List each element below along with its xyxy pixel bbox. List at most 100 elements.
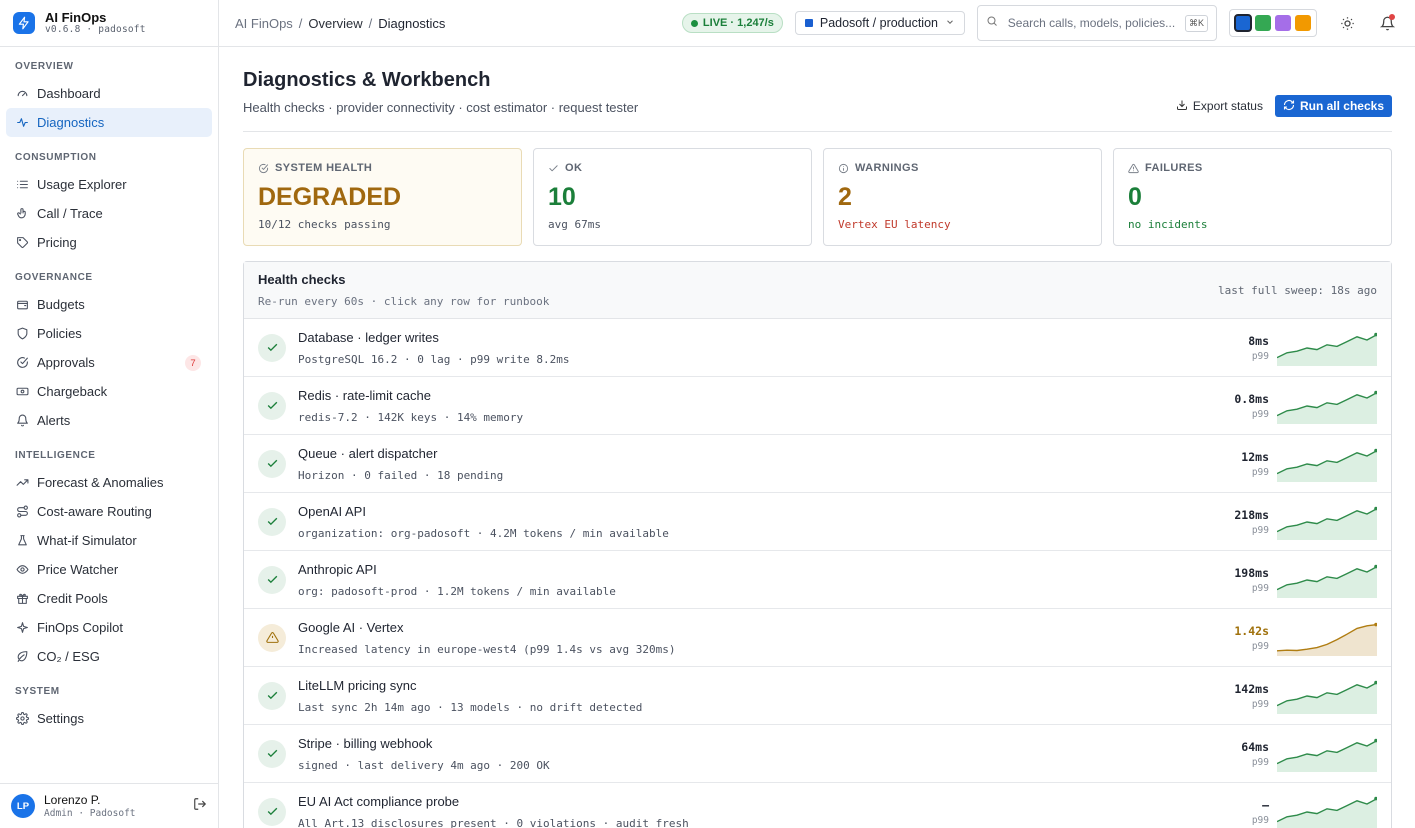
health-checks-panel: Health checks Re-run every 60s · click a…	[243, 261, 1392, 828]
kpi-value: 2	[838, 183, 852, 211]
sparkline-area	[1277, 624, 1377, 656]
health-check-row[interactable]: Queue · alert dispatcher Horizon · 0 fail…	[244, 435, 1391, 493]
sidebar-item-usage-explorer[interactable]: Usage Explorer	[6, 170, 212, 199]
check-latency: 1.42s	[1234, 623, 1269, 638]
sparkline-area	[1277, 334, 1377, 366]
check-icon	[258, 681, 286, 710]
sidebar-item-approvals[interactable]: Approvals 7	[6, 348, 212, 377]
sidebar-item-label: FinOps Copilot	[37, 620, 123, 635]
check-icon	[258, 739, 286, 768]
search-placeholder: Search calls, models, policies...	[1007, 16, 1176, 30]
breadcrumb-item[interactable]: Overview	[308, 16, 362, 31]
sidebar-item-price-watcher[interactable]: Price Watcher	[6, 555, 212, 584]
alert-triangle-icon	[1128, 163, 1139, 174]
sidebar-item-diagnostics[interactable]: Diagnostics	[6, 108, 212, 137]
run-all-checks-button[interactable]: Run all checks	[1274, 95, 1392, 117]
export-status-button[interactable]: Export status	[1172, 95, 1267, 117]
check-detail: All Art.13 disclosures present · 0 viola…	[298, 816, 689, 828]
kpi-label: OK	[548, 162, 797, 174]
live-badge: LIVE · 1,247/s	[681, 13, 783, 33]
check-detail: Horizon · 0 failed · 18 pending	[298, 468, 504, 482]
breadcrumb-item[interactable]: AI FinOps	[235, 16, 293, 31]
bell-icon[interactable]	[1375, 11, 1399, 35]
kpi-value: DEGRADED	[258, 183, 402, 211]
avatar[interactable]: LP	[11, 794, 35, 818]
check-latency: 142ms	[1234, 681, 1269, 696]
shield-icon	[16, 327, 29, 340]
check-title: Stripe · billing webhook	[298, 735, 433, 751]
sparkline	[1277, 448, 1377, 482]
sidebar-item-pricing[interactable]: Pricing	[6, 228, 212, 257]
health-check-row[interactable]: Anthropic API org: padosoft-prod · 1.2M t…	[244, 551, 1391, 609]
sidebar-item-label: Call / Trace	[37, 206, 103, 221]
check-title: Redis · rate-limit cache	[298, 387, 431, 403]
health-check-row[interactable]: EU AI Act compliance probe All Art.13 dis…	[244, 783, 1391, 828]
health-check-row[interactable]: OpenAI API organization: org-padosoft · 4…	[244, 493, 1391, 551]
sparkline	[1277, 680, 1377, 714]
kpi-card-failures: FAILURES 0 no incidents	[1113, 148, 1392, 246]
gear-icon	[16, 712, 29, 725]
nav-group: CONSUMPTION Usage Explorer Call / Trace Pri…	[0, 152, 218, 257]
health-check-row[interactable]: Google AI · Vertex Increased latency in e…	[244, 609, 1391, 667]
sidebar-item-label: Settings	[37, 711, 84, 726]
kpi-label-text: WARNINGS	[855, 162, 919, 174]
sidebar-item-credit-pools[interactable]: Credit Pools	[6, 584, 212, 613]
check-latency: 8ms	[1248, 333, 1269, 348]
theme-swatch[interactable]	[1295, 15, 1311, 31]
sidebar-item-what-if-simulator[interactable]: What-if Simulator	[6, 526, 212, 555]
topbar: AI FinOps / Overview / Diagnostics LIVE …	[219, 0, 1415, 47]
sidebar-item-policies[interactable]: Policies	[6, 319, 212, 348]
health-check-row[interactable]: Redis · rate-limit cache redis-7.2 · 142K…	[244, 377, 1391, 435]
sidebar-item-dashboard[interactable]: Dashboard	[6, 79, 212, 108]
sparkline-area	[1277, 740, 1377, 772]
banknote-icon	[16, 385, 29, 398]
theme-swatch[interactable]	[1234, 14, 1252, 32]
sidebar-item-budgets[interactable]: Budgets	[6, 290, 212, 319]
nav-group: SYSTEM Settings	[0, 686, 218, 733]
brand[interactable]: AI FinOps v0.6.8 · padosoft	[0, 0, 218, 47]
org-selector[interactable]: Padosoft / production	[794, 11, 965, 35]
theme-swatch[interactable]	[1275, 15, 1291, 31]
health-check-list: Database · ledger writes PostgreSQL 16.2 …	[244, 319, 1391, 828]
sidebar-item-label: Approvals	[37, 355, 95, 370]
check-icon	[258, 565, 286, 594]
kpi-subtext: no incidents	[1128, 218, 1208, 231]
sidebar-item-label: Budgets	[37, 297, 85, 312]
last-sweep: last full sweep: 18s ago	[1218, 283, 1377, 297]
health-check-row[interactable]: LiteLLM pricing sync Last sync 2h 14m ago…	[244, 667, 1391, 725]
health-check-row[interactable]: Stripe · billing webhook signed · last de…	[244, 725, 1391, 783]
search-input[interactable]: Search calls, models, policies... ⌘K	[977, 5, 1217, 41]
sidebar-item-label: Forecast & Anomalies	[37, 475, 164, 490]
nav-section-title: OVERVIEW	[15, 61, 74, 72]
page-title: Diagnostics & Workbench	[243, 69, 491, 91]
panel-subtitle: Re-run every 60s · click any row for run…	[258, 295, 550, 308]
sidebar-item-alerts[interactable]: Alerts	[6, 406, 212, 435]
check-title: Database · ledger writes	[298, 329, 439, 345]
sidebar-item-co-esg[interactable]: CO₂ / ESG	[6, 642, 212, 671]
user-role: Admin · Padosoft	[44, 807, 136, 819]
check-title: OpenAI API	[298, 503, 366, 519]
check-percentile: p99	[1251, 814, 1269, 826]
sidebar-item-label: Price Watcher	[37, 562, 119, 577]
logout-icon[interactable]	[193, 797, 207, 816]
check-detail: signed · last delivery 4m ago · 200 OK	[298, 758, 550, 772]
sidebar-item-call-trace[interactable]: Call / Trace	[6, 199, 212, 228]
check-latency: 12ms	[1241, 449, 1269, 464]
sun-icon[interactable]	[1335, 11, 1359, 35]
sidebar-item-settings[interactable]: Settings	[6, 704, 212, 733]
health-check-row[interactable]: Database · ledger writes PostgreSQL 16.2 …	[244, 319, 1391, 377]
theme-swatch[interactable]	[1255, 15, 1271, 31]
kpi-card-warnings: WARNINGS 2 Vertex EU latency	[823, 148, 1102, 246]
check-latency: 218ms	[1234, 507, 1269, 522]
approvals-count-badge: 7	[185, 355, 201, 371]
sidebar-item-chargeback[interactable]: Chargeback	[6, 377, 212, 406]
check-title: LiteLLM pricing sync	[298, 677, 417, 693]
gift-icon	[16, 592, 29, 605]
nav-section-title: GOVERNANCE	[15, 272, 93, 283]
sidebar-item-finops-copilot[interactable]: FinOps Copilot	[6, 613, 212, 642]
sidebar-item-cost-aware-routing[interactable]: Cost-aware Routing	[6, 497, 212, 526]
sidebar-item-label: Dashboard	[37, 86, 101, 101]
sidebar-item-label: Credit Pools	[37, 591, 108, 606]
check-percentile: p99	[1251, 408, 1269, 420]
sidebar-item-forecast-anomalies[interactable]: Forecast & Anomalies	[6, 468, 212, 497]
